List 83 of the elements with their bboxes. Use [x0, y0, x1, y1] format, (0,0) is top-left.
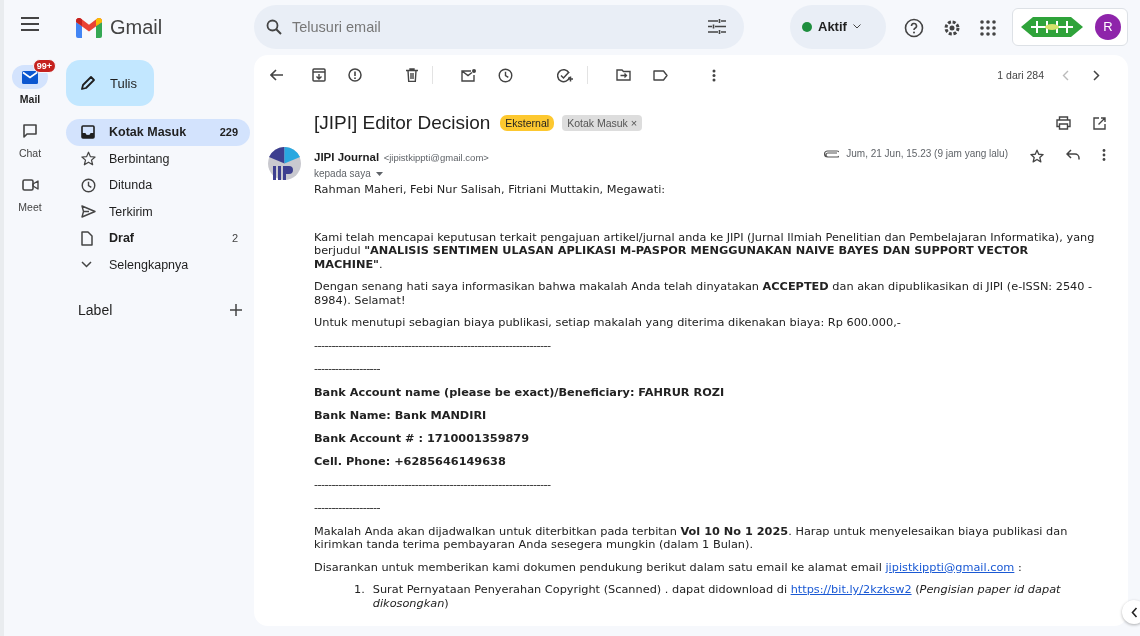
search-icon	[266, 18, 282, 35]
archive-icon[interactable]	[312, 68, 326, 82]
label-icon[interactable]	[653, 69, 668, 81]
email-link[interactable]: jipistkippti@gmail.com	[885, 560, 1015, 574]
print-icon[interactable]	[1056, 116, 1071, 130]
bank-detail: Bank Name: Bank MANDIRI	[314, 408, 488, 422]
dashed-separator: -------------------	[314, 501, 382, 515]
label-chip[interactable]: Eksternal	[500, 115, 555, 131]
paperclip-icon	[824, 150, 840, 159]
sender-email: <jipistkippti@gmail.com>	[383, 152, 489, 163]
folder-item[interactable]: Berbintang	[66, 145, 250, 172]
bank-detail: Bank Account name (please be exact)/Beneficiary: FAHRUR ROZI	[314, 385, 726, 399]
greeting-text: Rahman Maheri, Febi Nur Salisah, Fitriani Muttakin, Megawati:	[314, 183, 667, 197]
report-icon[interactable]	[348, 68, 362, 82]
remove-icon[interactable]: ×	[630, 117, 638, 129]
star-icon	[81, 151, 97, 167]
sender-avatar	[268, 147, 301, 180]
status-button[interactable]: Aktif	[790, 4, 886, 49]
rail-label: Chat	[18, 147, 42, 159]
clock-icon	[81, 177, 97, 193]
star-icon[interactable]	[1030, 149, 1044, 163]
rail-label: Mail	[19, 93, 41, 105]
dashed-separator: --------------------------------------------------------------------	[314, 477, 552, 491]
next-icon[interactable]	[1092, 69, 1100, 81]
download-link[interactable]: https://bit.ly/2kzksw2	[790, 583, 912, 596]
gmail-logo-icon	[76, 17, 103, 38]
reply-icon[interactable]	[1066, 149, 1080, 160]
label-chip[interactable]: Kotak Masuk ×	[562, 115, 643, 131]
sender-name: JIPI Journal	[314, 151, 380, 163]
back-arrow-icon[interactable]	[270, 69, 284, 81]
unread-badge: 99+	[32, 59, 56, 73]
more-vertical-icon[interactable]	[712, 68, 716, 82]
account-panel[interactable]: R	[1012, 7, 1128, 46]
expand-panel-button[interactable]	[1122, 600, 1140, 624]
inbox-icon	[81, 125, 96, 140]
dashed-separator: --------------------------------------------------------------------	[314, 338, 552, 352]
compose-button[interactable]: Tulis	[66, 60, 155, 106]
list-number: 1.	[354, 583, 365, 598]
folder-item[interactable]: Selengkapnya	[66, 251, 250, 278]
folder-item[interactable]: Draf 2	[66, 225, 250, 252]
move-to-folder-icon[interactable]	[616, 69, 631, 81]
mark-unread-icon[interactable]	[461, 68, 476, 82]
chevron-down-icon	[852, 24, 861, 29]
account-avatar[interactable]: R	[1095, 13, 1121, 40]
folder-item[interactable]: Kotak Masuk 229	[66, 119, 250, 146]
search-input[interactable]: Telusuri email	[290, 17, 700, 36]
body-paragraph: Kami telah mencapai keputusan terkait pengajuan artikel/jurnal anda ke JIPI (Jurnal Ilmiah Penelitian dan Pembelajaran Informatika), yang berjudul "ANALISIS SENTIMEN ULASAN APLIKASI M-PASPOR MENGGUNAKAN NAIVE BAYES DAN SUPPORT VECTOR MACHINE".	[314, 230, 1096, 271]
folder-item[interactable]: Ditunda	[66, 172, 250, 199]
chat-icon	[22, 123, 38, 139]
more-vertical-icon[interactable]	[1102, 149, 1106, 161]
list-item-text: Surat Pernyataan Penyerahan Copyright (Scanned) . dapat didownload di https://bit.ly/2kzksw2 (Pengisian paper id dapat dikosongkan)	[372, 583, 1062, 610]
recipient-dropdown[interactable]: kepada saya	[314, 168, 489, 179]
mail-icon	[22, 70, 38, 84]
bank-detail: Cell. Phone: +6285646149638	[314, 454, 507, 468]
section-heading: Label	[78, 302, 113, 318]
body-paragraph: Disarankan untuk memberikan kami dokumen pendukung berikut dalam satu email ke alamat email jipistkippti@gmail.com :	[314, 560, 1023, 574]
trash-icon[interactable]	[406, 68, 418, 82]
chevron-down-icon	[81, 261, 93, 269]
body-paragraph: Untuk menutupi sebagian biaya publikasi, setiap makalah yang diterima dikenakan biaya: Rp 600.000,-	[314, 316, 902, 330]
bank-detail: Bank Account # : 1710001359879	[314, 431, 531, 445]
clock-icon[interactable]	[498, 67, 513, 83]
search-field[interactable]: Telusuri email	[254, 4, 744, 49]
email-date: Jum, 21 Jun, 15.23 (9 jam yang lalu)	[846, 148, 1008, 159]
folder-item[interactable]: Terkirim	[66, 198, 250, 225]
chevron-left-icon	[1130, 606, 1138, 618]
send-icon	[81, 205, 97, 219]
pencil-icon	[80, 75, 97, 91]
rail-label: Meet	[18, 201, 42, 213]
document-icon	[81, 230, 94, 246]
pagination-text: 1 dari 284	[997, 69, 1044, 81]
video-icon	[21, 178, 39, 192]
app-name: Gmail	[110, 16, 163, 39]
body-paragraph: Dengan senang hati saya informasikan bahwa makalah Anda telah dinyatakan ACCEPTED dan akan dipublikasikan di JIPI (e-ISSN: 2540 - 8984). Selamat!	[314, 280, 1094, 307]
filter-icon[interactable]	[708, 19, 726, 34]
help-icon[interactable]	[904, 17, 924, 38]
add-icon[interactable]	[230, 304, 242, 316]
open-in-new-window-icon[interactable]	[1093, 116, 1106, 130]
apps-grid-icon[interactable]	[980, 19, 996, 36]
body-paragraph: Makalah Anda akan dijadwalkan untuk diterbitkan pada terbitan Vol 10 No 1 2025. Harap untuk menyelesaikan biaya publikasi dan kirimkan tanda terima pembayaran Anda sesegera mungkin (dalam 1 Bulan).	[314, 524, 1069, 552]
add-task-icon[interactable]	[557, 67, 573, 83]
dashed-separator: -------------------	[314, 362, 382, 376]
caret-icon	[375, 171, 383, 176]
email-subject: [JIPI] Editor Decision	[314, 112, 491, 134]
